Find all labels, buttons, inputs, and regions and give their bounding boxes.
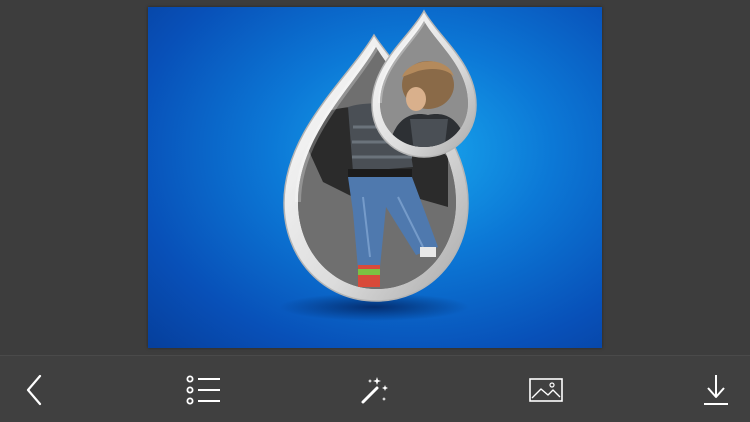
- chevron-left-icon: [26, 374, 42, 406]
- list-icon: [186, 375, 220, 405]
- effects-button[interactable]: [352, 368, 396, 412]
- drop-frame-artwork: [279, 9, 477, 321]
- frames-list-button[interactable]: [181, 368, 225, 412]
- photo-frame-preview[interactable]: [148, 7, 602, 348]
- image-icon: [529, 378, 563, 402]
- back-button[interactable]: [12, 368, 56, 412]
- bottom-toolbar: [0, 355, 750, 422]
- gallery-button[interactable]: [524, 368, 568, 412]
- photo-editor-app: [0, 0, 750, 422]
- magic-wand-icon: [361, 377, 388, 404]
- small-drop-photo: [380, 21, 468, 147]
- canvas-area: [0, 0, 750, 355]
- save-button[interactable]: [694, 368, 738, 412]
- download-icon: [704, 375, 728, 405]
